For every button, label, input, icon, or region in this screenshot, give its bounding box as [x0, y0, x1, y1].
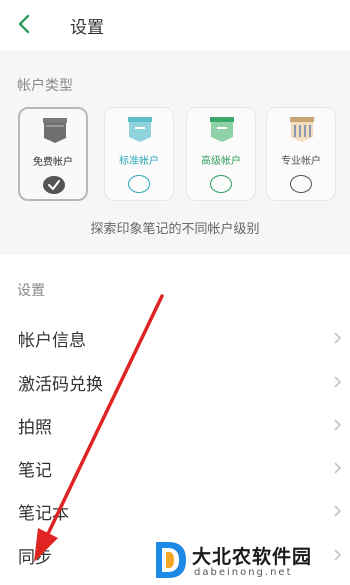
- back-arrow-icon[interactable]: [14, 12, 36, 36]
- settings-section-label: 设置: [17, 283, 45, 299]
- checkmark-icon: [48, 180, 60, 190]
- plan-radio-free[interactable]: [43, 176, 65, 194]
- page-title: 设置: [70, 18, 104, 38]
- settings-item-camera[interactable]: 拍照: [0, 405, 350, 445]
- chevron-right-icon: [334, 419, 342, 431]
- chevron-right-icon: [334, 332, 342, 344]
- top-bar: 设置: [0, 0, 350, 50]
- chevron-right-icon: [334, 462, 342, 474]
- plan-name-free: 免费帐户: [33, 157, 73, 168]
- settings-item-label: 拍照: [18, 418, 52, 438]
- settings-item-label: 同步: [18, 548, 52, 568]
- plan-radio-professional[interactable]: [290, 175, 312, 193]
- chevron-right-icon: [334, 376, 342, 388]
- plan-card-free[interactable]: 免费帐户: [18, 107, 88, 201]
- plan-name-premium: 高级帐户: [201, 156, 241, 167]
- professional-plan-icon: [290, 117, 314, 142]
- settings-item-label: 笔记本: [18, 504, 69, 524]
- plan-card-premium[interactable]: 高级帐户: [186, 107, 256, 201]
- settings-item-notes[interactable]: 笔记: [0, 448, 350, 488]
- settings-item-label: 帐户信息: [18, 331, 86, 351]
- settings-item-activation-code[interactable]: 激活码兑换: [0, 362, 350, 402]
- account-type-section-label: 帐户类型: [17, 78, 73, 94]
- premium-plan-icon: [210, 117, 234, 142]
- watermark-logo-icon: [156, 542, 186, 578]
- account-type-section: 帐户类型 免费帐户 标准帐户 高级帐户 专业帐户 探索印象笔记的不同帐户级别: [0, 50, 350, 255]
- watermark-subtext: dabeinong.net: [194, 567, 293, 578]
- chevron-right-icon: [334, 549, 342, 561]
- settings-item-label: 笔记: [18, 461, 52, 481]
- plan-name-professional: 专业帐户: [281, 156, 321, 167]
- settings-item-account-info[interactable]: 帐户信息: [0, 318, 350, 358]
- free-plan-icon: [43, 118, 67, 143]
- chevron-right-icon: [334, 505, 342, 517]
- watermark-text: 大北农软件园: [192, 546, 313, 568]
- settings-item-label: 激活码兑换: [18, 375, 103, 395]
- plan-radio-premium[interactable]: [210, 175, 232, 193]
- standard-plan-icon: [128, 117, 152, 142]
- plan-card-standard[interactable]: 标准帐户: [104, 107, 174, 201]
- plan-radio-standard[interactable]: [128, 175, 150, 193]
- plan-card-professional[interactable]: 专业帐户: [266, 107, 336, 201]
- settings-item-notebooks[interactable]: 笔记本: [0, 491, 350, 531]
- explore-account-levels-link[interactable]: 探索印象笔记的不同帐户级别: [0, 218, 350, 237]
- plan-name-standard: 标准帐户: [119, 156, 159, 167]
